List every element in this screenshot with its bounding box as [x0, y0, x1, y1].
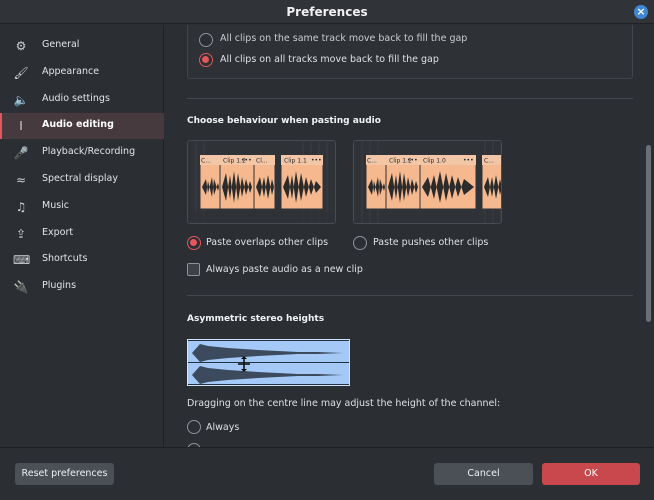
radio-paste-pushes[interactable] — [353, 236, 367, 250]
section-divider — [187, 295, 633, 296]
sidebar-item-label: Audio settings — [42, 93, 110, 104]
radio-label: All clips on the same track move back to… — [220, 33, 468, 44]
sidebar-item-label: Export — [42, 227, 74, 238]
close-icon: × — [636, 5, 646, 18]
sidebar-item-label: Audio editing — [42, 119, 114, 130]
svg-text:•••: ••• — [463, 157, 474, 164]
scrollbar-thumb[interactable] — [646, 145, 651, 322]
overlap-waveform: C... Clip 1.2 Cl... Clip 1.1 ••• ••• — [188, 141, 335, 223]
radio-label: Paste overlaps other clips — [206, 237, 329, 248]
sidebar-item-label: Playback/Recording — [42, 146, 136, 157]
radio-label: Always — [206, 422, 240, 433]
section-divider — [187, 98, 633, 99]
radio-paste-overlaps[interactable] — [187, 236, 201, 250]
sidebar-item-music[interactable]: ♫ Music — [0, 194, 164, 220]
checkbox-label: Always paste audio as a new clip — [206, 264, 363, 275]
clip-label: Cl... — [256, 158, 268, 165]
dialog-footer: Reset preferences Cancel OK — [0, 447, 654, 500]
keyboard-icon: ⌨ — [13, 253, 31, 267]
paste-push-preview: C... Clip 1.2 Clip 1.0 C... ••• ••• — [353, 140, 502, 224]
radio-label: All clips on all tracks move back to fil… — [220, 54, 439, 65]
stereo-description: Dragging on the centre line may adjust t… — [187, 398, 501, 409]
sidebar-item-label: Plugins — [42, 280, 77, 291]
sidebar-item-appearance[interactable]: 🖌 Appearance — [0, 60, 164, 86]
sidebar-item-label: Appearance — [42, 66, 100, 77]
checkbox-paste-new-clip[interactable] — [187, 263, 200, 276]
radio-all-tracks[interactable] — [199, 53, 213, 67]
window-title: Preferences — [286, 5, 368, 19]
sidebar: ⚙ General 🖌 Appearance 🔈 Audio settings … — [0, 25, 164, 447]
svg-text:•••: ••• — [311, 157, 322, 164]
music-note-icon: ♫ — [15, 200, 27, 214]
close-button[interactable]: × — [634, 5, 648, 19]
section-heading: Asymmetric stereo heights — [187, 314, 325, 324]
gear-icon: ⚙ — [15, 39, 27, 53]
settings-content: All clips on the same track move back to… — [165, 25, 654, 447]
svg-text:•••: ••• — [241, 157, 252, 164]
sidebar-item-playback-recording[interactable]: 🎤 Playback/Recording — [0, 140, 164, 166]
stereo-waveform — [188, 340, 349, 385]
sidebar-item-label: Music — [42, 200, 70, 211]
text-cursor-icon: I — [19, 119, 23, 133]
waves-icon: ≈ — [15, 173, 27, 187]
svg-text:•••: ••• — [407, 157, 418, 164]
sidebar-item-audio-settings[interactable]: 🔈 Audio settings — [0, 87, 164, 113]
brush-icon: 🖌 — [13, 66, 29, 80]
sidebar-item-audio-editing[interactable]: I Audio editing — [0, 113, 164, 139]
stereo-height-preview[interactable] — [187, 339, 350, 386]
section-heading: Choose behaviour when pasting audio — [187, 116, 381, 126]
reset-preferences-button[interactable]: Reset preferences — [15, 463, 114, 485]
cancel-button[interactable]: Cancel — [434, 463, 533, 485]
export-icon: ⇪ — [15, 227, 27, 241]
clip-label: C... — [201, 158, 211, 165]
microphone-icon: 🎤 — [13, 146, 29, 160]
sidebar-item-spectral-display[interactable]: ≈ Spectral display — [0, 167, 164, 193]
sidebar-item-label: General — [42, 39, 80, 50]
sidebar-item-plugins[interactable]: 🔌 Plugins — [0, 274, 164, 300]
resize-cursor-icon — [238, 356, 250, 372]
plug-icon: 🔌 — [13, 280, 29, 294]
push-waveform: C... Clip 1.2 Clip 1.0 C... ••• ••• — [361, 141, 501, 223]
clip-label: C... — [484, 158, 494, 165]
sidebar-item-export[interactable]: ⇪ Export — [0, 221, 164, 247]
sidebar-item-label: Shortcuts — [42, 253, 88, 264]
radio-always[interactable] — [187, 420, 201, 434]
ok-button[interactable]: OK — [542, 463, 640, 485]
sidebar-item-label: Spectral display — [42, 173, 118, 184]
sidebar-item-general[interactable]: ⚙ General — [0, 33, 164, 59]
radio-same-track[interactable] — [199, 33, 213, 47]
sidebar-item-shortcuts[interactable]: ⌨ Shortcuts — [0, 247, 164, 273]
speaker-icon: 🔈 — [13, 93, 29, 107]
radio-label: Paste pushes other clips — [373, 237, 489, 248]
title-bar: Preferences × — [0, 0, 654, 24]
clip-label: Clip 1.0 — [423, 158, 446, 165]
clip-label: C... — [367, 158, 377, 165]
paste-overlap-preview: C... Clip 1.2 Cl... Clip 1.1 ••• ••• — [187, 140, 336, 224]
clip-label: Clip 1.1 — [284, 158, 307, 165]
